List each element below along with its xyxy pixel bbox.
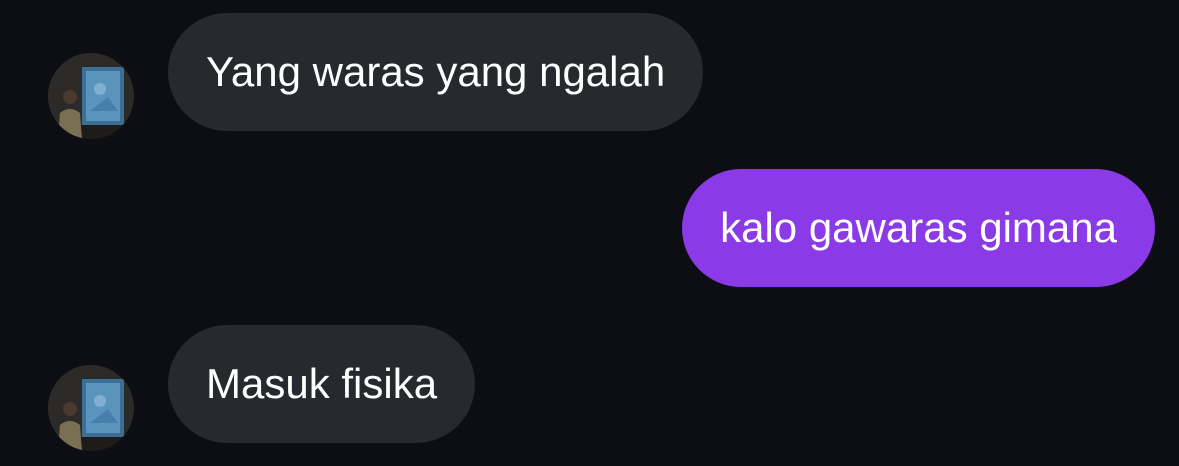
message-thread: Yang waras yang ngalah kalo gawaras gima… — [0, 0, 1179, 466]
contact-avatar[interactable] — [48, 53, 134, 139]
message-bubble-incoming[interactable]: Masuk fisika — [168, 325, 476, 443]
message-text: kalo gawaras gimana — [720, 204, 1117, 251]
contact-avatar[interactable] — [48, 365, 134, 451]
contact-avatar-image — [48, 53, 134, 139]
message-text: Yang waras yang ngalah — [206, 48, 666, 95]
message-bubble-incoming[interactable]: Yang waras yang ngalah — [168, 13, 704, 131]
message-row-outgoing: kalo gawaras gimana — [682, 169, 1155, 287]
message-row-incoming: Yang waras yang ngalah — [48, 13, 704, 139]
contact-avatar-image — [48, 365, 134, 451]
message-text: Masuk fisika — [206, 360, 438, 407]
message-row-incoming: Masuk fisika — [48, 325, 476, 451]
message-bubble-outgoing[interactable]: kalo gawaras gimana — [682, 169, 1155, 287]
